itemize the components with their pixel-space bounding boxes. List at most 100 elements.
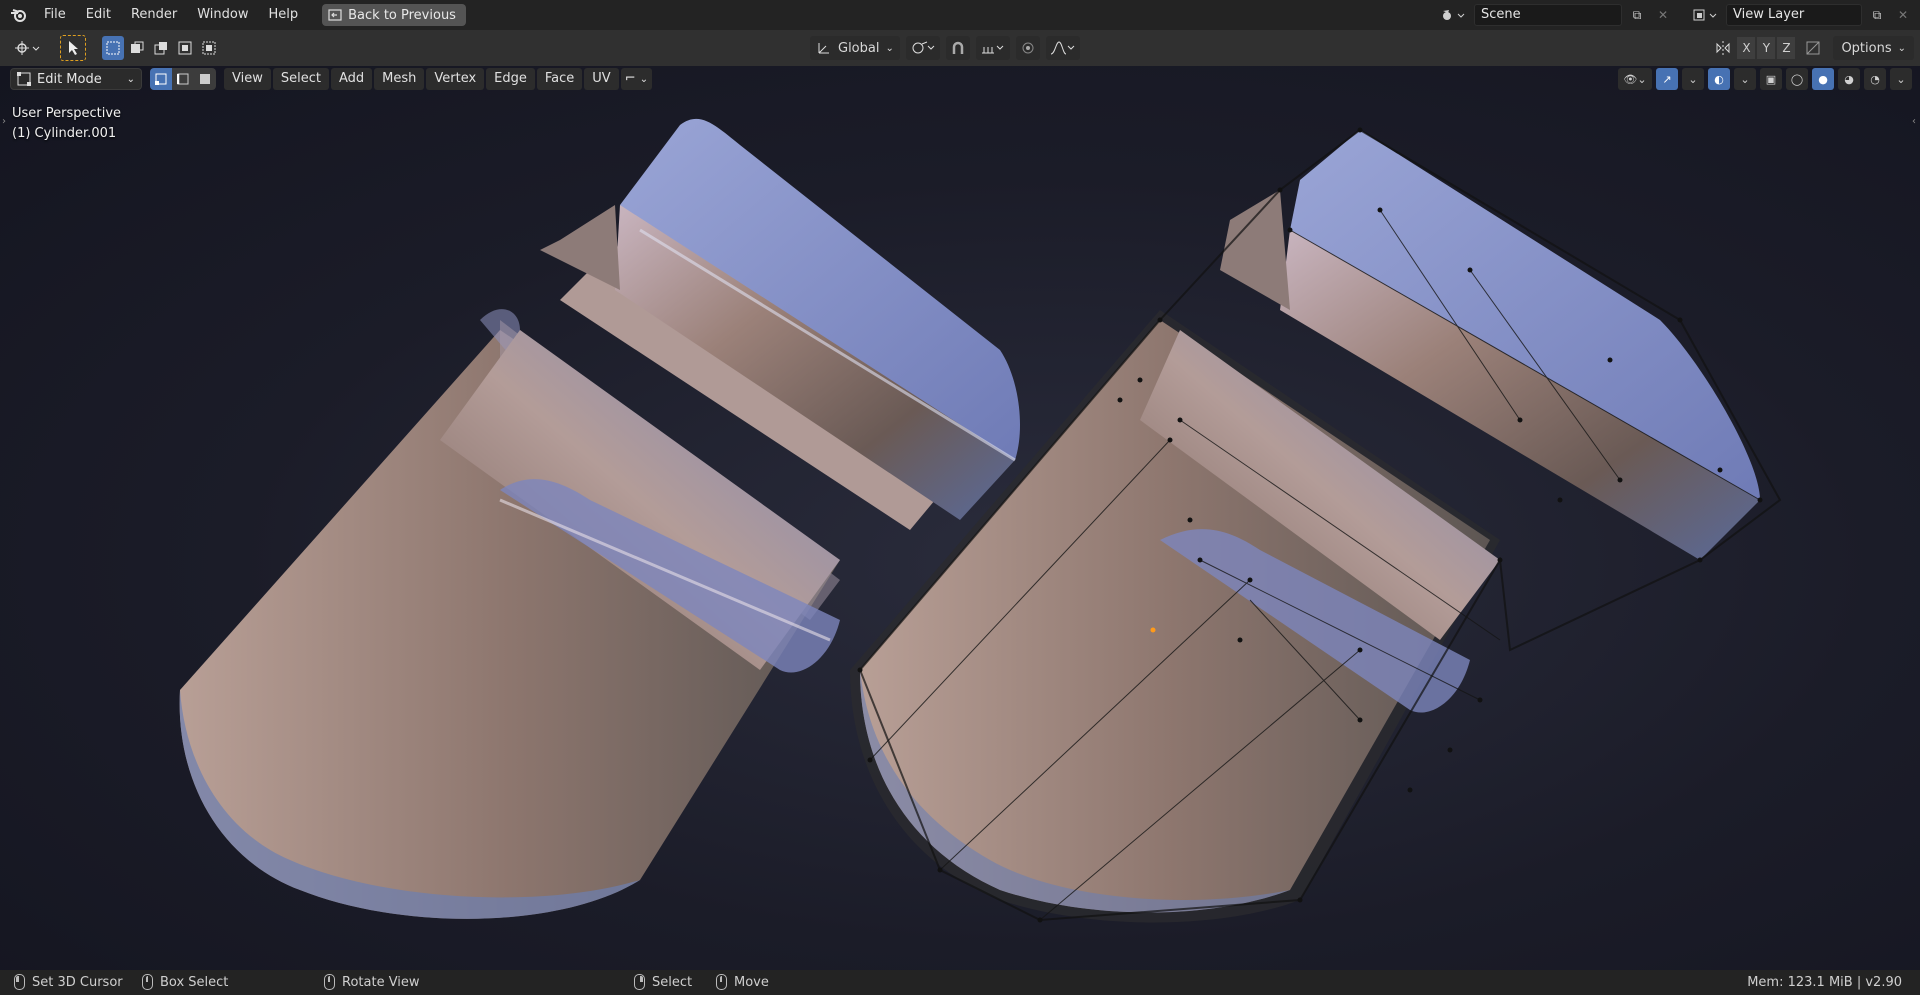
mouse-middle-icon [142,974,153,990]
falloff-icon[interactable] [1045,36,1080,60]
mouse-right-icon [634,974,645,990]
select-extend-icon[interactable] [126,36,148,60]
transform-orientation-label: Global [838,40,880,56]
menu-render[interactable]: Render [121,3,187,27]
mirror-axis-x[interactable]: X [1737,37,1756,59]
view-layer-close-icon[interactable]: ✕ [1892,4,1914,26]
menu-view[interactable]: View [224,68,271,90]
menu-window[interactable]: Window [187,3,258,27]
pivot-point-icon[interactable] [905,36,940,60]
hint-select-label: Select [652,974,693,990]
menu-edit[interactable]: Edit [76,3,121,27]
chevron-down-icon: ⌄ [1897,42,1906,54]
transform-orientation-dropdown[interactable]: Global ⌄ [810,36,900,60]
back-to-previous-button[interactable]: Back to Previous [322,4,466,26]
hint-set-3d-cursor-label: Set 3D Cursor [32,974,123,990]
wireframe-shading-icon[interactable]: ◯ [1786,68,1808,90]
corner-icon: ⌐ [624,71,636,86]
options-label: Options [1841,40,1892,56]
left-region-toggle-icon[interactable]: › [2,116,6,127]
chevron-down-icon: ⌄ [639,74,649,85]
tool-header: Global ⌄ X Y Z Options ⌄ [0,30,1920,66]
hint-rotate-view: Rotate View [324,974,420,990]
visibility-icon[interactable]: 👁⌄ [1618,68,1652,90]
scene-browse-icon[interactable] [1436,4,1470,26]
mouse-middle-icon [324,974,335,990]
edit-mode-icon [17,72,31,86]
select-tool-icon[interactable] [60,35,86,61]
overlays-icon[interactable]: ◐ [1708,68,1730,90]
view-layer-browse-icon[interactable] [1688,4,1722,26]
scene-close-icon[interactable]: ✕ [1652,4,1674,26]
blender-logo-icon[interactable] [4,0,34,30]
mouse-drag-icon [716,974,727,990]
scene-new-icon[interactable]: ⧉ [1626,4,1648,26]
active-object-label: (1) Cylinder.001 [12,126,117,141]
overlays-dropdown-icon[interactable]: ⌄ [1734,68,1756,90]
menu-add[interactable]: Add [330,68,373,90]
mirror-icon[interactable] [1711,36,1735,60]
xray-toggle-icon[interactable]: ▣ [1760,68,1782,90]
viewport-scene [179,118,1782,923]
vertex-select-icon[interactable] [150,68,172,90]
rendered-shading-icon[interactable]: ◔ [1864,68,1886,90]
select-mode-group [150,68,216,90]
menu-mesh[interactable]: Mesh [374,68,425,90]
back-to-previous-label: Back to Previous [348,7,456,23]
menu-edge[interactable]: Edge [486,68,535,90]
scene-name-field[interactable]: Scene [1474,4,1622,26]
select-new-icon[interactable] [102,36,124,60]
view-layer-new-icon[interactable]: ⧉ [1866,4,1888,26]
menu-help[interactable]: Help [259,3,309,27]
mirror-axis-z[interactable]: Z [1777,37,1796,59]
options-dropdown[interactable]: Options ⌄ [1833,36,1914,60]
topology-mirror-icon[interactable] [1801,36,1825,60]
edge-select-icon[interactable] [172,68,194,90]
memory-version-label: Mem: 123.1 MiB | v2.90 [1747,975,1902,990]
hint-box-select-label: Box Select [160,974,229,990]
chevron-down-icon: ⌄ [885,42,894,54]
view-layer-name-field[interactable]: View Layer [1726,4,1862,26]
hint-move: Move [716,974,769,990]
status-bar: Set 3D Cursor Box Select Rotate View Sel… [0,970,1920,995]
hint-set-3d-cursor: Set 3D Cursor [14,974,123,990]
mirror-axis-y[interactable]: Y [1757,37,1776,59]
snap-toggle-icon[interactable] [945,36,970,60]
hint-box-select: Box Select [142,974,228,990]
chevron-down-icon: ⌄ [126,73,135,85]
editor-type-icon[interactable] [10,36,44,60]
menu-file[interactable]: File [34,3,76,27]
3d-viewport[interactable]: › ‹ [0,66,1920,970]
gizmo-icon[interactable]: ↗ [1656,68,1678,90]
select-intersect-icon[interactable] [198,36,220,60]
material-shading-icon[interactable]: ◕ [1838,68,1860,90]
orientation-icon [818,43,829,54]
right-region-toggle-icon[interactable]: ‹ [1912,116,1916,127]
gizmo-dropdown-icon[interactable]: ⌄ [1682,68,1704,90]
viewport-header: Edit Mode ⌄ View Select Add Mesh Vertex … [0,66,1920,92]
top-menu-bar: File Edit Render Window Help Back to Pre… [0,0,1920,30]
mode-label: Edit Mode [37,71,102,87]
hint-select: Select [634,974,692,990]
select-subtract-icon[interactable] [150,36,172,60]
shading-dropdown-icon[interactable]: ⌄ [1890,68,1912,90]
menu-vertex[interactable]: Vertex [426,68,485,90]
object-origin [1150,627,1156,633]
snapping-dropdown[interactable]: ⌐ ⌄ [620,68,653,90]
solid-shading-icon[interactable]: ● [1812,68,1834,90]
snap-element-icon[interactable] [975,36,1010,60]
face-select-icon[interactable] [194,68,216,90]
proportional-editing-icon[interactable] [1015,36,1040,60]
menu-uv[interactable]: UV [584,68,619,90]
hint-rotate-view-label: Rotate View [342,974,420,990]
select-invert-icon[interactable] [174,36,196,60]
perspective-label: User Perspective [12,106,122,121]
object-right-cylinder-001[interactable] [850,127,1782,923]
viewport-info: User Perspective (1) Cylinder.001 [12,104,121,144]
mouse-left-icon [14,974,25,990]
menu-face[interactable]: Face [536,68,583,90]
mode-dropdown[interactable]: Edit Mode ⌄ [10,68,142,90]
back-icon [328,9,342,21]
hint-move-label: Move [734,974,769,990]
menu-select[interactable]: Select [272,68,329,90]
